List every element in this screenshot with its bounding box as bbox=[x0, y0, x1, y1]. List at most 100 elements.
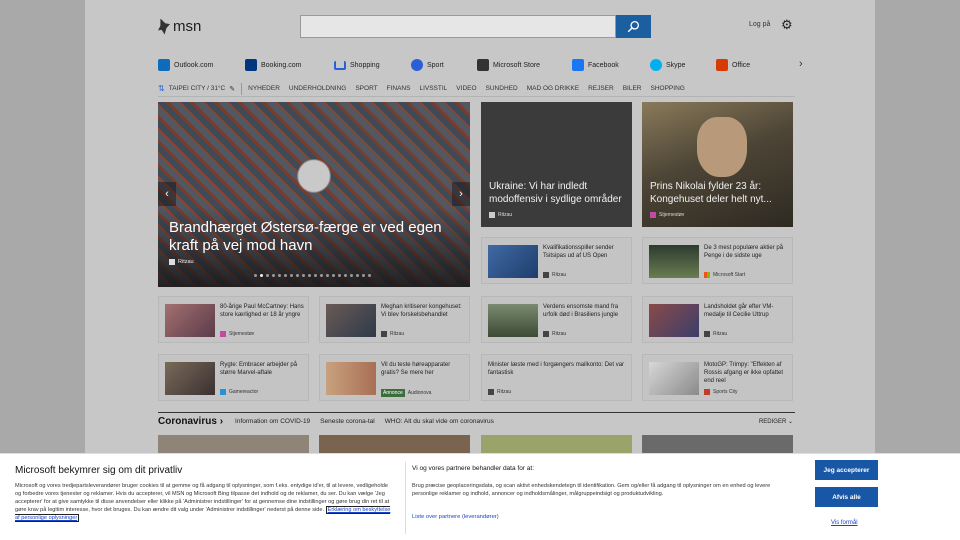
hero-title[interactable]: Brandhærget Østersø-færge er ved egen kr… bbox=[169, 219, 464, 255]
card-title: Meghan kritiserer kongehuset: Vi blev fo… bbox=[381, 304, 462, 318]
carousel-dot[interactable] bbox=[308, 274, 311, 277]
nav-item[interactable]: UNDERHOLDNING bbox=[289, 85, 346, 92]
card-source: Gamereactor bbox=[220, 389, 258, 395]
partners-list-link[interactable]: Liste over partnere (leverandører) bbox=[412, 514, 499, 520]
carousel-dot[interactable] bbox=[332, 274, 335, 277]
news-card[interactable]: Meghan kritiserer kongehuset: Vi blev fo… bbox=[319, 296, 470, 343]
source-label: Ritzau bbox=[713, 331, 728, 337]
quick-link-shopping[interactable]: Shopping bbox=[334, 56, 411, 74]
nav-item[interactable]: REJSER bbox=[588, 85, 614, 92]
edit-label: REDIGER bbox=[758, 419, 787, 425]
source-label: Audionova bbox=[407, 390, 432, 396]
carousel-dot[interactable] bbox=[320, 274, 323, 277]
skype-icon bbox=[650, 59, 662, 71]
source-icon bbox=[543, 272, 549, 278]
show-purposes-link[interactable]: Vis formål bbox=[831, 520, 858, 526]
nav-item[interactable]: SUNDHED bbox=[486, 85, 518, 92]
nav-item[interactable]: VIDEO bbox=[456, 85, 476, 92]
accept-button[interactable]: Jeg accepterer bbox=[815, 460, 878, 480]
tile-title: Prins Nikolai fylder 23 år: Kongehuset d… bbox=[650, 181, 772, 205]
carousel-dot[interactable] bbox=[362, 274, 365, 277]
card-source: Ritzau bbox=[704, 331, 727, 337]
news-card[interactable]: Kvalifikationsspiller sender Tsitsipas u… bbox=[481, 237, 632, 284]
quick-link-outlook[interactable]: Outlook.com bbox=[158, 56, 245, 74]
carousel-dot[interactable] bbox=[254, 274, 257, 277]
carousel-dot[interactable] bbox=[356, 274, 359, 277]
card-thumbnail bbox=[165, 304, 215, 337]
card-source: Ritzau bbox=[381, 331, 404, 337]
carousel-dot[interactable] bbox=[266, 274, 269, 277]
carousel-dots bbox=[254, 274, 371, 277]
gear-icon[interactable]: ⚙ bbox=[781, 18, 793, 31]
carousel-prev-button[interactable]: ‹ bbox=[158, 182, 176, 206]
corona-heading[interactable]: Coronavirus › bbox=[158, 416, 223, 427]
quick-link-label: Microsoft Store bbox=[493, 61, 541, 69]
carousel-dot[interactable] bbox=[278, 274, 281, 277]
nav-item[interactable]: FINANS bbox=[387, 85, 411, 92]
carousel-dot[interactable] bbox=[302, 274, 305, 277]
msn-logo[interactable]: msn bbox=[158, 18, 201, 35]
quick-link-skype[interactable]: Skype bbox=[650, 56, 716, 74]
carousel-dot[interactable] bbox=[296, 274, 299, 277]
search-input[interactable] bbox=[300, 15, 616, 38]
nav-item[interactable]: MAD OG DRIKKE bbox=[527, 85, 579, 92]
chevron-right-icon[interactable]: › bbox=[799, 58, 803, 70]
nav-item[interactable]: SPORT bbox=[355, 85, 377, 92]
carousel-dot[interactable] bbox=[290, 274, 293, 277]
person-photo bbox=[697, 117, 747, 177]
carousel-dot[interactable] bbox=[350, 274, 353, 277]
hero-source: Ritzau bbox=[169, 259, 194, 265]
source-icon bbox=[704, 331, 710, 337]
quick-link-store[interactable]: Microsoft Store bbox=[477, 56, 572, 74]
corona-tile[interactable] bbox=[642, 435, 793, 453]
weather-widget[interactable]: ⇅ TAIPEI CITY / 31°C ✎ bbox=[158, 82, 243, 95]
microsoft-icon bbox=[704, 272, 710, 278]
carousel-dot[interactable] bbox=[368, 274, 371, 277]
news-card[interactable]: 80-årige Paul McCartney: Hans store kærl… bbox=[158, 296, 309, 343]
news-tile-large[interactable]: Prins Nikolai fylder 23 år: Kongehuset d… bbox=[642, 102, 793, 227]
source-label: Microsoft Start bbox=[713, 272, 746, 278]
quick-link-office[interactable]: Office bbox=[716, 56, 776, 74]
nav-item[interactable]: BILER bbox=[623, 85, 642, 92]
nav-item[interactable]: LIVSSTIL bbox=[419, 85, 447, 92]
source-label: Stjernestøv bbox=[659, 212, 685, 218]
news-card[interactable]: Minister læste med i forgængers mailkont… bbox=[481, 354, 632, 401]
nav-item[interactable]: SHOPPING bbox=[651, 85, 685, 92]
corona-tile[interactable] bbox=[158, 435, 309, 453]
source-icon bbox=[489, 212, 495, 218]
search-button[interactable] bbox=[616, 15, 651, 38]
edit-icon[interactable]: ✎ bbox=[229, 85, 235, 93]
card-title: Vil du teste høreapparater gratis? Se me… bbox=[381, 362, 451, 376]
carousel-dot[interactable] bbox=[338, 274, 341, 277]
quick-link-facebook[interactable]: Facebook bbox=[572, 56, 650, 74]
news-tile-large[interactable]: Ukraine: Vi har indledt modoffensiv i sy… bbox=[481, 102, 632, 227]
nav-item[interactable]: NYHEDER bbox=[248, 85, 280, 92]
news-card[interactable]: Vil du teste høreapparater gratis? Se me… bbox=[319, 354, 470, 401]
reject-all-button[interactable]: Afvis alle bbox=[815, 487, 878, 507]
source-icon bbox=[488, 389, 494, 395]
hero-carousel[interactable]: ‹ › Brandhærget Østersø-færge er ved ege… bbox=[158, 102, 470, 287]
edit-button[interactable]: REDIGER ⌄ bbox=[759, 418, 793, 425]
news-card[interactable]: MotoGP: Trimpy: "Effekten af Rossis afga… bbox=[642, 354, 793, 401]
corona-tile[interactable] bbox=[319, 435, 470, 453]
news-card[interactable]: De 3 mest populære aktier på Penge i de … bbox=[642, 237, 793, 284]
carousel-dot[interactable] bbox=[260, 274, 263, 277]
corona-link[interactable]: WHO: Alt du skal vide om coronavirus bbox=[385, 418, 494, 425]
news-card[interactable]: Verdens ensomste mand fra urfolk død i B… bbox=[481, 296, 632, 343]
login-link[interactable]: Log på bbox=[749, 21, 770, 28]
carousel-dot[interactable] bbox=[314, 274, 317, 277]
news-card[interactable]: Rygte: Embracer arbejder på større Marve… bbox=[158, 354, 309, 401]
corona-link[interactable]: Information om COVID-19 bbox=[235, 418, 310, 425]
carousel-dot[interactable] bbox=[272, 274, 275, 277]
carousel-next-button[interactable]: › bbox=[452, 182, 470, 206]
quick-link-sport[interactable]: Sport bbox=[411, 56, 477, 74]
source-label: Ritzau bbox=[497, 389, 512, 395]
carousel-dot[interactable] bbox=[284, 274, 287, 277]
quick-link-booking[interactable]: Booking.com bbox=[245, 56, 334, 74]
corona-link[interactable]: Seneste corona-tal bbox=[320, 418, 375, 425]
quick-link-label: Booking.com bbox=[261, 61, 302, 69]
corona-tile[interactable] bbox=[481, 435, 632, 453]
news-card[interactable]: Landsholdet går efter VM-medalje til Cec… bbox=[642, 296, 793, 343]
carousel-dot[interactable] bbox=[326, 274, 329, 277]
carousel-dot[interactable] bbox=[344, 274, 347, 277]
